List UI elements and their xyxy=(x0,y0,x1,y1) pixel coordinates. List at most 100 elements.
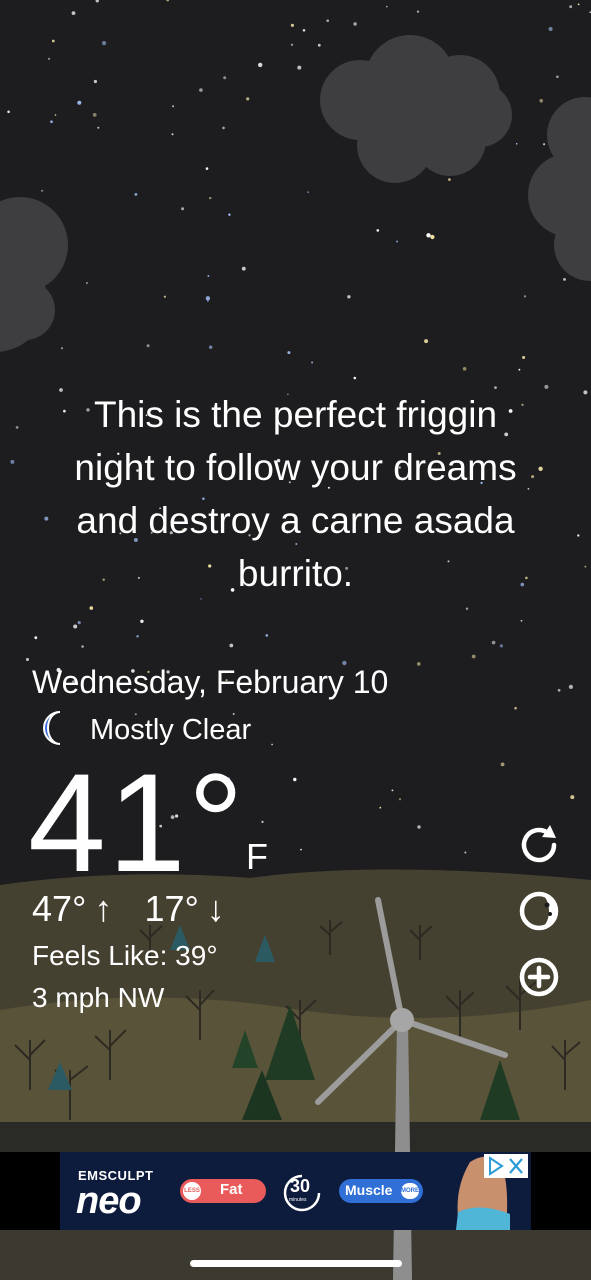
date-label: Wednesday, February 10 xyxy=(32,664,389,700)
star xyxy=(92,113,97,117)
star xyxy=(539,99,543,103)
ad-minutes-number: 30 xyxy=(290,1176,311,1196)
ad-muscle-pill: Muscle MORE xyxy=(339,1179,423,1203)
ad-fat-pill: LESS Fat xyxy=(180,1179,266,1203)
star xyxy=(136,635,139,638)
star xyxy=(26,658,29,661)
star xyxy=(430,234,435,240)
star xyxy=(265,634,269,637)
star xyxy=(287,351,291,355)
star xyxy=(10,459,15,464)
ad-close-button[interactable] xyxy=(484,1154,528,1178)
moon-phase-button[interactable] xyxy=(516,888,562,934)
star xyxy=(448,178,451,181)
star xyxy=(54,114,57,116)
star xyxy=(499,644,503,648)
refresh-button[interactable] xyxy=(516,822,562,868)
star xyxy=(293,777,297,782)
star xyxy=(491,640,496,645)
star xyxy=(246,97,250,101)
star xyxy=(297,65,302,70)
current-temperature: 41° xyxy=(28,744,246,901)
star xyxy=(417,662,421,666)
star xyxy=(209,345,213,349)
star xyxy=(205,167,209,170)
star xyxy=(97,126,100,129)
arrow-down-icon: ↓ xyxy=(206,888,225,929)
star xyxy=(583,390,588,395)
star xyxy=(223,76,227,80)
star xyxy=(398,798,402,801)
star xyxy=(563,278,566,281)
star xyxy=(300,848,302,851)
wind-speed: 3 mph NW xyxy=(32,982,165,1013)
ad-30-minutes-badge: 30 minutes xyxy=(282,1173,322,1213)
star xyxy=(60,347,64,350)
star xyxy=(570,795,575,800)
star xyxy=(426,233,431,238)
star xyxy=(317,43,321,47)
star xyxy=(379,806,382,809)
star xyxy=(515,143,518,145)
star xyxy=(71,11,76,16)
high-low-temperatures: 47° ↑ 17° ↓ xyxy=(32,888,225,930)
moon-phase-icon xyxy=(519,891,559,931)
star xyxy=(557,688,561,692)
ad-more-badge: MORE xyxy=(401,1183,419,1199)
star xyxy=(307,191,310,194)
star xyxy=(207,275,210,277)
feels-like: Feels Like: 39° xyxy=(32,940,218,971)
star xyxy=(85,282,88,284)
star xyxy=(271,743,273,746)
star xyxy=(205,296,211,301)
night-scene-background xyxy=(0,0,591,1280)
ad-banner[interactable]: EMSCULPT neo LESS Fat 30 minutes Muscle … xyxy=(60,1152,531,1230)
star xyxy=(171,133,174,136)
star xyxy=(51,39,55,43)
star xyxy=(520,619,523,622)
star xyxy=(163,295,166,298)
star xyxy=(41,189,44,192)
star xyxy=(569,5,573,9)
star xyxy=(199,88,203,92)
ad-fat-label: Fat xyxy=(220,1181,243,1198)
star xyxy=(81,645,84,648)
star xyxy=(93,79,97,84)
star xyxy=(462,367,467,371)
star xyxy=(522,356,526,359)
star xyxy=(241,266,246,271)
star xyxy=(376,229,380,232)
star xyxy=(465,607,469,610)
arrow-up-icon: ↑ xyxy=(94,888,113,929)
star xyxy=(518,368,521,371)
star xyxy=(140,619,144,623)
star xyxy=(290,23,294,27)
star xyxy=(134,193,138,196)
low-temperature: 17° xyxy=(144,888,199,929)
home-indicator[interactable] xyxy=(190,1260,402,1267)
star xyxy=(577,534,580,537)
ground-bottom xyxy=(0,1230,591,1280)
witty-weather-message: This is the perfect friggin night to fol… xyxy=(20,388,571,600)
star xyxy=(514,706,517,710)
star xyxy=(353,22,357,26)
star xyxy=(548,27,553,31)
star xyxy=(302,29,306,32)
star xyxy=(146,344,150,348)
star xyxy=(222,126,225,130)
message-line: This is the perfect friggin xyxy=(93,394,498,435)
star xyxy=(424,339,429,344)
ad-minutes-label: minutes xyxy=(289,1197,307,1203)
condition-text: Mostly Clear xyxy=(90,713,252,746)
message-line: night to follow your dreams xyxy=(74,447,517,488)
star xyxy=(326,19,330,23)
star xyxy=(568,684,574,690)
star xyxy=(417,825,421,829)
star xyxy=(500,762,505,767)
star xyxy=(396,240,399,243)
star xyxy=(556,75,559,79)
add-location-button[interactable] xyxy=(516,954,562,1000)
star xyxy=(290,43,294,46)
star xyxy=(229,643,234,648)
star xyxy=(181,207,185,211)
